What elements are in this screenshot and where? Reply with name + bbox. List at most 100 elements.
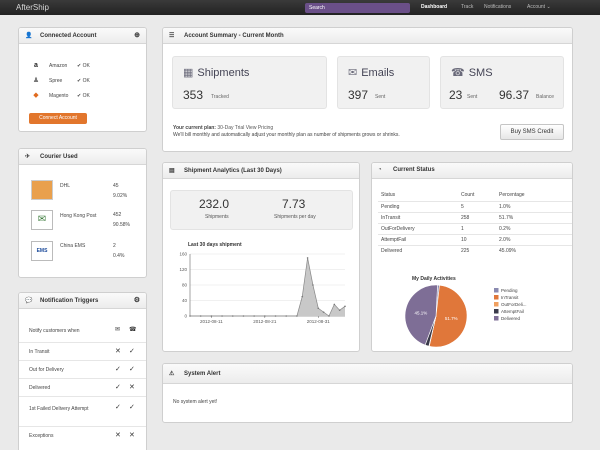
slice-label: 45.1% (414, 310, 427, 315)
trigger-label: Delivered (29, 385, 51, 391)
data-point (312, 284, 314, 286)
status-table: Status Count Percentage Pending 5 1.0% InTrans… (378, 190, 572, 256)
phone-icon: ☎ (129, 327, 137, 333)
email-toggle[interactable]: ✕ (115, 431, 121, 439)
list-icon: ☰ (169, 33, 175, 39)
settings-icon[interactable]: ⚙ (134, 296, 140, 304)
legend-swatch (494, 316, 499, 321)
legend-swatch (494, 295, 499, 300)
status-column-header: Count (461, 192, 475, 199)
status-row: Delivered 225 45.09% (378, 244, 572, 256)
buy-sms-credit-button[interactable]: Buy SMS Credit (500, 124, 564, 140)
slice-label: 51.7% (445, 316, 458, 321)
status-cell: OutForDelivery (378, 222, 458, 234)
system-alert-header: ⚠ System Alert (163, 364, 572, 384)
x-tick-label: 2012-08-21 (253, 319, 277, 324)
trigger-label: 1st Failed Delivery Attempt (29, 406, 89, 412)
x-tick-label: 2012-08-11 (200, 319, 223, 324)
envelope-icon: ✉ (348, 67, 358, 79)
user-icon: 👤 (25, 33, 33, 39)
courier-used-header: ✈ Courier Used (19, 149, 146, 165)
trigger-row: Delivered ✓ ✕ (19, 378, 146, 396)
add-account-icon[interactable]: ⊕ (134, 31, 140, 39)
account-status: ✔ OK (77, 63, 90, 69)
data-point (317, 307, 320, 310)
panel-title: Shipment Analytics (Last 30 Days) (184, 168, 282, 174)
email-toggle[interactable]: ✓ (115, 365, 121, 373)
sms-box: ☎ SMS 23 Sent 96.37 Balance (440, 56, 564, 109)
shipments-per-day-label: Shipments per day (274, 214, 316, 220)
status-cell: Delivered (378, 244, 458, 256)
courier-count: 2 (113, 243, 116, 249)
account-summary-panel: ☰ Account Summary - Current Month ▦ Shipme… (162, 27, 573, 152)
top-navbar: AfterShip Search Dashboard Track Notific… (0, 0, 600, 15)
status-cell: 2.0% (496, 233, 572, 245)
nav-dashboard[interactable]: Dashboard (421, 4, 447, 10)
data-point (306, 257, 309, 259)
plan-name[interactable]: 30-Day Trial View Pricing (217, 125, 273, 131)
emails-sub: Sent (375, 94, 386, 100)
sms-toggle[interactable]: ✓ (129, 347, 135, 355)
status-column-header: Percentage (499, 192, 525, 199)
brand-logo[interactable]: AfterShip (16, 3, 49, 12)
connect-account-button[interactable]: Connect Account (29, 113, 87, 124)
status-cell: 0.2% (496, 222, 572, 234)
status-cell: AttemptFail (378, 233, 458, 245)
status-row: OutForDelivery 1 0.2% (378, 222, 572, 234)
data-point (328, 315, 330, 317)
nav-notifications[interactable]: Notifications (484, 4, 511, 10)
panel-title: Current Status (393, 167, 435, 173)
data-point (285, 315, 288, 317)
y-tick-label: 160 (179, 252, 187, 257)
status-column-header: Status (381, 192, 396, 199)
nav-track[interactable]: Track (461, 4, 473, 10)
nav-account[interactable]: Account ⌄ (527, 4, 551, 10)
data-point (338, 309, 341, 311)
sms-toggle[interactable]: ✕ (129, 431, 135, 439)
chart-icon: ▤ (169, 168, 175, 174)
shipment-analytics-header: ▤ Shipment Analytics (Last 30 Days) (163, 163, 359, 179)
account-name: Spree (49, 78, 63, 84)
connected-account-panel: 👤 Connected Account ⊕ a Amazon ✔ OK ♟ Spr… (18, 27, 147, 132)
area-fill (190, 257, 345, 316)
sms-toggle[interactable]: ✕ (129, 383, 135, 391)
system-alert-message: No system alert yet! (173, 399, 218, 405)
shipments-box: ▦ Shipments 353 Tracked (172, 56, 327, 109)
account-status: ✔ OK (77, 93, 90, 99)
status-row: Pending 5 1.0% (378, 200, 572, 212)
account-name: Magento (49, 93, 69, 99)
status-row: InTransit 258 51.7% (378, 211, 572, 223)
email-toggle[interactable]: ✓ (115, 403, 121, 411)
email-toggle[interactable]: ✓ (115, 383, 121, 391)
box-label: SMS (468, 67, 493, 79)
china-ems-logo: EMS (31, 241, 53, 261)
data-point (296, 315, 298, 317)
sms-sub: Sent (467, 94, 478, 100)
y-tick-label: 0 (184, 314, 187, 319)
shipment-analytics-panel: ▤ Shipment Analytics (Last 30 Days) 232.0… (162, 162, 360, 352)
plan-label: Your current plan: (173, 125, 216, 131)
status-cell: 51.7% (496, 211, 572, 223)
search-input[interactable]: Search (305, 3, 410, 13)
sms-toggle[interactable]: ✓ (129, 365, 135, 373)
account-name: Amazon (49, 63, 68, 69)
sms-toggle[interactable]: ✓ (129, 403, 135, 411)
box-icon: ▦ (183, 67, 194, 79)
triggers-header-row: Notify customers when ✉ ☎ (19, 320, 146, 342)
hongkong-post-logo: ✉ (31, 210, 53, 230)
account-status: ✔ OK (77, 78, 90, 84)
trigger-row: In Transit ✕ ✓ (19, 342, 146, 360)
spree-icon: ♟ (32, 77, 40, 84)
notification-triggers-panel: 💬 Notification Triggers ⚙ Notify customer… (18, 292, 147, 450)
legend-label: Delivered (501, 316, 521, 321)
panel-title: System Alert (184, 371, 221, 377)
status-cell: 5 (458, 200, 496, 212)
status-header-row: Status Count Percentage (378, 190, 572, 201)
legend-label: AttemptFail (501, 309, 524, 314)
email-toggle[interactable]: ✕ (115, 347, 121, 355)
y-tick-label: 80 (182, 283, 188, 288)
status-cell: 1.0% (496, 200, 572, 212)
data-point (242, 315, 245, 317)
box-label: Shipments (197, 67, 250, 79)
trigger-row: Exceptions ✕ ✕ (19, 426, 146, 444)
